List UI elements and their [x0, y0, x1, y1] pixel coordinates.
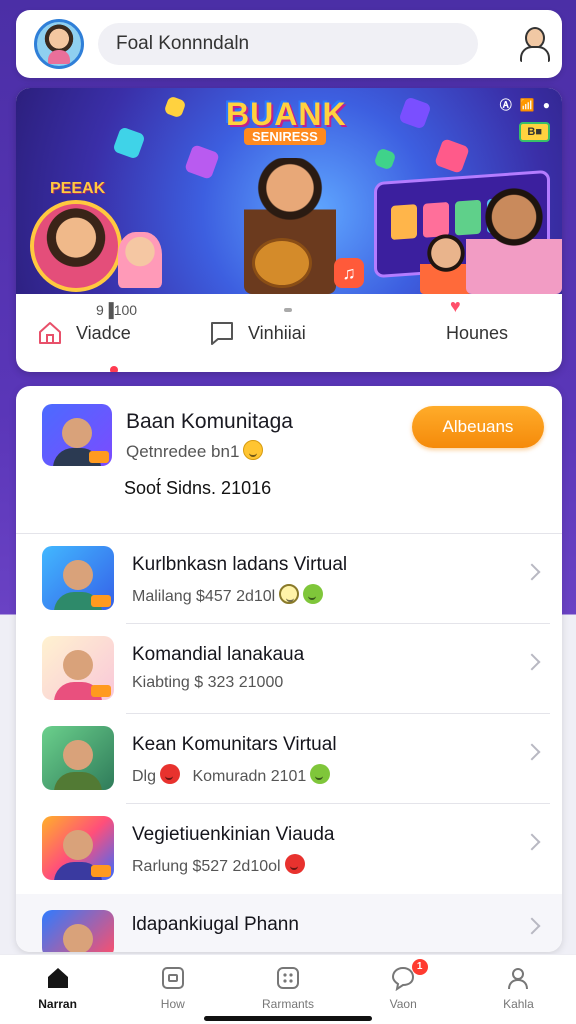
child-figure [118, 232, 162, 288]
woman-portrait [30, 200, 122, 292]
dot-icon: ● [542, 97, 550, 112]
search-text: Foal Konnndaln [116, 33, 250, 54]
window-icon [161, 967, 184, 989]
tab-label: Kahla [503, 997, 534, 1011]
list-item[interactable]: Vegietiuenkinian Viauda Rarlung $527 2d1… [16, 804, 562, 894]
indicator-dash [284, 308, 292, 312]
man-figure [466, 184, 562, 294]
list-item[interactable]: ldapankiugal Phann [16, 894, 562, 952]
signal-icon: 📶 [519, 97, 535, 112]
heart-icon: ♥ [450, 296, 461, 316]
tab-profile[interactable]: Kahla [461, 955, 576, 1024]
hero-nav: 9▐100 ♥ Viadce Vinhiiai Hounes [16, 294, 562, 372]
list-item[interactable]: Komandial lanakaua Kiabting $ 323 21000 [16, 624, 562, 714]
tab-rarmants[interactable]: Rarmants [230, 955, 345, 1024]
tab-label: How [160, 997, 185, 1011]
list-item-subtitle: Kiabting $ 323 21000 [132, 674, 284, 691]
list-item-title: Kurlbnkasn ladans Virtual [132, 554, 348, 575]
tab-label: Rarmants [262, 997, 315, 1011]
bottom-nav: Narran How Rarmants 1 Vaon Kahla [0, 954, 576, 1024]
list-item-subtitle: Rarlung $527 2d10ol [132, 854, 305, 876]
list-thumbnail [42, 546, 114, 610]
tab-label: Vaon [389, 997, 417, 1011]
banner-tag: PEEAK [50, 180, 106, 197]
avatar[interactable] [34, 19, 84, 69]
chevron-right-icon [523, 833, 541, 851]
tab-how[interactable]: How [115, 955, 230, 1024]
person-icon [508, 968, 529, 990]
tab-vaon[interactable]: 1 Vaon [346, 955, 461, 1024]
list-item-title: Komandial lanakaua [132, 644, 305, 665]
list-thumbnail [42, 910, 114, 952]
hero-nav-item-3[interactable]: Hounes [446, 323, 508, 344]
square-chat-icon [211, 322, 233, 345]
leaf-emoji-icon [310, 764, 331, 784]
list-item-title: ldapankiugal Phann [132, 914, 299, 935]
dots-grid-icon [277, 967, 299, 989]
smile-emoji-icon [279, 584, 300, 604]
decor-shape [434, 138, 470, 174]
heart-emoji-icon [284, 854, 305, 874]
toddler-figure [420, 232, 472, 294]
tab-label: Narran [38, 997, 77, 1011]
tab-home[interactable]: Narran [0, 955, 115, 1024]
banner-logo-subtitle: SENIRESS [244, 128, 326, 145]
smile-emoji-icon [243, 440, 264, 460]
decor-shape [163, 95, 187, 119]
notification-badge: 1 [411, 959, 428, 975]
list-item[interactable]: Kurlbnkasn ladans Virtual Malilang $457 … [16, 534, 562, 624]
hero-banner[interactable]: BUANK SENIRESS PEEAK ♫ Ⓐ 📶 ● B■ [16, 88, 562, 294]
decor-shape [112, 126, 146, 160]
list-item-subtitle: Dlg Komuradn 2101 [132, 764, 331, 786]
list-thumbnail [42, 636, 114, 700]
featured-title: Baan Komunitaga [126, 410, 293, 433]
list-item-title: Vegietiuenkinian Viauda [132, 824, 335, 845]
chevron-right-icon [523, 653, 541, 671]
heart-emoji-icon [160, 764, 181, 784]
home-indicator[interactable] [204, 1016, 372, 1021]
guitar-illustration [252, 238, 312, 288]
decor-shape [184, 144, 220, 180]
join-button[interactable]: Albeuans [412, 406, 544, 448]
leaf-emoji-icon [303, 584, 324, 604]
profile-icon[interactable] [518, 27, 550, 62]
featured-community[interactable]: Baan Komunitaga Qetnredee bn1 Soot́ Sidn… [16, 386, 562, 534]
list-item[interactable]: Kean Komunitars Virtual Dlg Komuradn 210… [16, 714, 562, 804]
list-item-subtitle: Malilang $457 2d10l [132, 584, 324, 606]
active-dot [110, 366, 118, 372]
music-note-icon: ♫ [334, 258, 364, 288]
banner-badge: B■ [519, 122, 550, 142]
chevron-right-icon [523, 563, 541, 581]
featured-thumbnail [42, 404, 112, 466]
decor-shape [373, 147, 397, 171]
community-panel: Baan Komunitaga Qetnredee bn1 Soot́ Sidn… [16, 386, 562, 952]
home-icon [47, 968, 68, 988]
hero-nav-item-1[interactable]: Viadce [36, 319, 208, 347]
count-label: 9▐100 [96, 302, 138, 318]
list-thumbnail [42, 816, 114, 880]
featured-meta: Soot́ Sidns. 21016 [124, 478, 272, 498]
list-thumbnail [42, 726, 114, 790]
featured-subtitle: Qetnredee bn1 [126, 440, 264, 462]
status-icon: Ⓐ [499, 98, 512, 112]
hero-nav-label: Vinhiiai [248, 322, 306, 343]
search-input[interactable]: Foal Konnndaln [98, 23, 478, 65]
decor-shape [398, 96, 432, 130]
chevron-right-icon [523, 743, 541, 761]
home-icon [39, 322, 61, 344]
hero-nav-item-2[interactable]: Vinhiiai [208, 319, 408, 347]
hero-nav-label: Hounes [446, 322, 509, 343]
hero-card[interactable]: BUANK SENIRESS PEEAK ♫ Ⓐ 📶 ● B■ 9▐100 ♥ … [16, 88, 562, 372]
hero-nav-label: Viadce [76, 322, 131, 343]
chevron-right-icon [523, 917, 541, 935]
top-bar: Foal Konnndaln [16, 10, 562, 78]
list-item-title: Kean Komunitars Virtual [132, 734, 337, 755]
banner-status-icons: Ⓐ 📶 ● [500, 96, 550, 113]
